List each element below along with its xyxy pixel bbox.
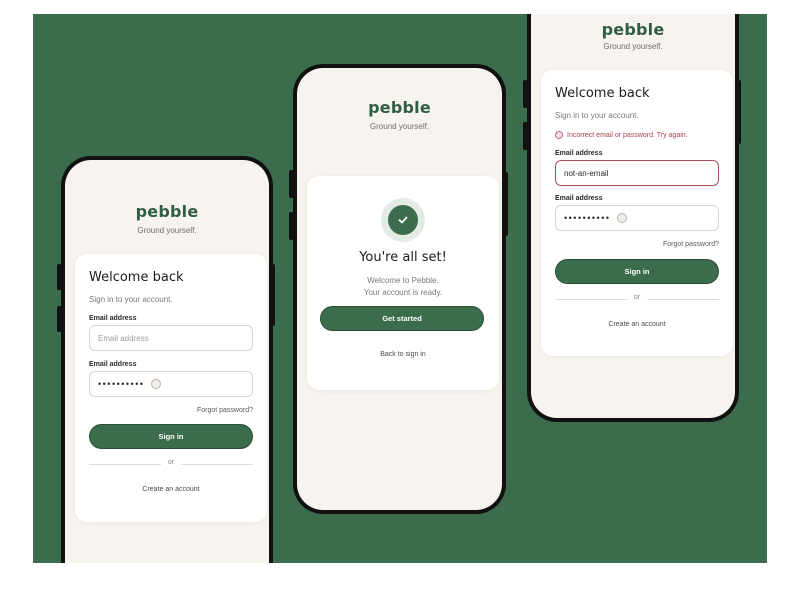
divider: or (89, 459, 253, 469)
sign-in-button[interactable]: Sign in (555, 259, 719, 284)
back-to-sign-in-link[interactable]: Back to sign in (307, 351, 499, 358)
password-field[interactable]: •••••••••• (89, 371, 253, 397)
password-value: •••••••••• (98, 379, 145, 389)
email-label: Email address (89, 315, 137, 322)
password-label: Email address (555, 195, 603, 202)
sign-in-button[interactable]: Sign in (89, 424, 253, 449)
create-account-link[interactable]: Create an account (555, 321, 719, 328)
email-label: Email address (555, 150, 603, 157)
show-password-toggle-icon[interactable] (150, 379, 161, 389)
login-screen: pebble Ground yourself. Welcome back Sig… (65, 160, 269, 563)
success-message-line1: Welcome to Pebble. (367, 276, 439, 285)
get-started-button[interactable]: Get started (320, 306, 484, 331)
green-backdrop: pebble Ground yourself. Welcome back Sig… (33, 14, 767, 563)
email-field[interactable]: Email address (89, 325, 253, 351)
success-message-line2: Your account is ready. (363, 288, 443, 297)
create-account-link[interactable]: Create an account (89, 486, 253, 493)
checkmark-icon (388, 205, 418, 235)
password-field[interactable]: •••••••••• (555, 205, 719, 231)
login-card: Welcome back Sign in to your account. Em… (75, 254, 267, 522)
error-message: Incorrect email or password. Try again. (555, 131, 688, 139)
email-field[interactable]: not-an-email (555, 160, 719, 186)
card-title: Welcome back (555, 86, 650, 101)
forgot-password-link[interactable]: Forgot password? (197, 407, 253, 414)
brand-tagline: Ground yourself. (137, 226, 197, 235)
show-password-toggle-icon[interactable] (616, 213, 627, 223)
phone-login: pebble Ground yourself. Welcome back Sig… (61, 156, 273, 563)
phone-success: pebble Ground yourself. You're all set! … (293, 64, 506, 514)
brand-logo: pebble (135, 202, 199, 221)
brand-logo: pebble (601, 20, 665, 39)
error-text: Incorrect email or password. Try again. (567, 131, 688, 139)
divider-line (181, 464, 253, 465)
success-card: You're all set! Welcome to Pebble. Your … (307, 176, 499, 390)
phone-error: pebble Ground yourself. Welcome back Sig… (527, 14, 739, 422)
card-subtitle: Sign in to your account. (555, 111, 639, 120)
error-screen: pebble Ground yourself. Welcome back Sig… (531, 14, 735, 418)
error-icon (555, 131, 563, 139)
brand-tagline: Ground yourself. (603, 42, 663, 51)
forgot-password-link[interactable]: Forgot password? (663, 241, 719, 248)
divider-text: or (167, 459, 175, 466)
password-value: •••••••••• (564, 213, 611, 223)
brand-logo: pebble (368, 98, 431, 117)
divider-line (647, 299, 719, 300)
success-badge (381, 198, 425, 242)
divider: or (555, 294, 719, 304)
divider-line (89, 464, 161, 465)
success-screen: pebble Ground yourself. You're all set! … (297, 68, 502, 510)
card-title: Welcome back (89, 270, 184, 285)
brand-tagline: Ground yourself. (369, 122, 430, 131)
password-label: Email address (89, 361, 137, 368)
divider-line (555, 299, 627, 300)
divider-text: or (633, 294, 641, 301)
error-login-card: Welcome back Sign in to your account. In… (541, 70, 733, 356)
success-title: You're all set! (359, 250, 447, 265)
card-subtitle: Sign in to your account. (89, 295, 173, 304)
